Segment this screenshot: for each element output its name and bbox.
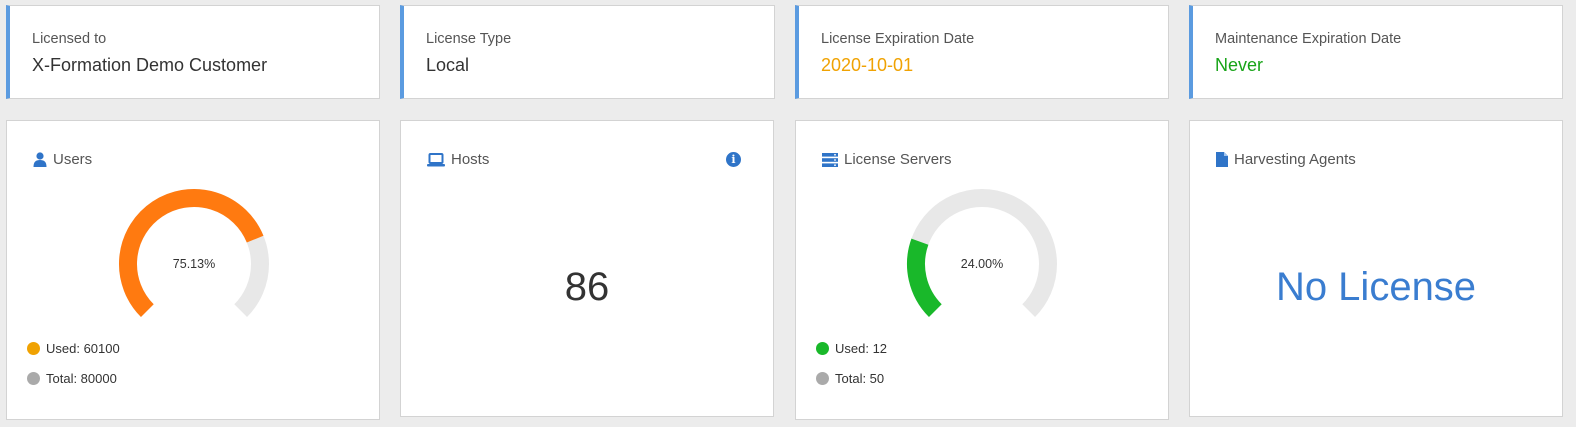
licensed-to-label: Licensed to xyxy=(32,31,107,47)
license-servers-total-label: Total: 50 xyxy=(835,371,885,386)
maintenance-expiration-card: Maintenance Expiration Date Never xyxy=(1189,5,1563,99)
harvesting-agents-card[interactable]: Harvesting Agents No License xyxy=(1189,120,1563,417)
maintenance-expiration-value: Never xyxy=(1215,55,1264,75)
license-servers-gauge-percent: 24.00% xyxy=(961,257,1003,271)
total-dot-icon xyxy=(816,372,829,385)
license-expiration-card: License Expiration Date 2020-10-01 xyxy=(795,5,1169,99)
licensed-to-card: Licensed to X-Formation Demo Customer xyxy=(6,5,380,99)
harvesting-agents-title-label: Harvesting Agents xyxy=(1234,151,1356,168)
license-servers-gauge-track xyxy=(907,189,1057,318)
license-servers-total-legend: Total: 50 xyxy=(816,371,884,386)
license-type-card: License Type Local xyxy=(400,5,775,99)
license-servers-title-label: License Servers xyxy=(844,151,952,168)
license-servers-title: License Servers xyxy=(822,151,952,168)
info-icon[interactable]: i xyxy=(726,152,741,167)
user-icon xyxy=(33,152,47,167)
users-used-label: Used: 60100 xyxy=(46,341,120,356)
license-servers-used-label: Used: 12 xyxy=(835,341,888,356)
harvesting-agents-status: No License xyxy=(1275,265,1477,309)
users-used-legend: Used: 60100 xyxy=(27,341,120,356)
total-dot-icon xyxy=(27,372,40,385)
maintenance-expiration-label: Maintenance Expiration Date xyxy=(1215,31,1402,47)
used-dot-icon xyxy=(27,342,40,355)
license-servers-gauge: 24.00% xyxy=(907,189,1057,318)
license-type-value: Local xyxy=(426,55,470,75)
license-servers-used-legend: Used: 12 xyxy=(816,341,887,356)
server-icon xyxy=(822,152,838,167)
license-expiration-value: 2020-10-01 xyxy=(821,55,914,75)
used-dot-icon xyxy=(816,342,829,355)
license-expiration-label: License Expiration Date xyxy=(821,31,975,47)
hosts-title: Hosts xyxy=(427,151,489,168)
licensed-to-value: X-Formation Demo Customer xyxy=(32,55,268,75)
users-title-label: Users xyxy=(53,151,93,168)
hosts-count: 86 xyxy=(564,265,610,309)
license-servers-card[interactable]: License Servers 24.00% Used: 12 Total: 5… xyxy=(795,120,1169,420)
license-type-label: License Type xyxy=(426,31,512,47)
users-total-label: Total: 80000 xyxy=(46,371,117,386)
document-icon xyxy=(1216,152,1228,167)
harvesting-agents-title: Harvesting Agents xyxy=(1216,151,1356,168)
users-gauge-value-arc xyxy=(119,189,264,318)
license-servers-gauge-value-arc xyxy=(907,238,942,318)
users-total-legend: Total: 80000 xyxy=(27,371,117,386)
users-title: Users xyxy=(33,151,92,168)
laptop-icon xyxy=(427,152,445,167)
users-gauge: 75.13% xyxy=(119,189,269,318)
users-card[interactable]: Users 75.13% Used: 60100 Total: 80000 xyxy=(6,120,380,420)
hosts-card[interactable]: Hosts i 86 xyxy=(400,120,774,417)
hosts-title-label: Hosts xyxy=(451,151,490,168)
users-gauge-percent: 75.13% xyxy=(173,257,215,271)
